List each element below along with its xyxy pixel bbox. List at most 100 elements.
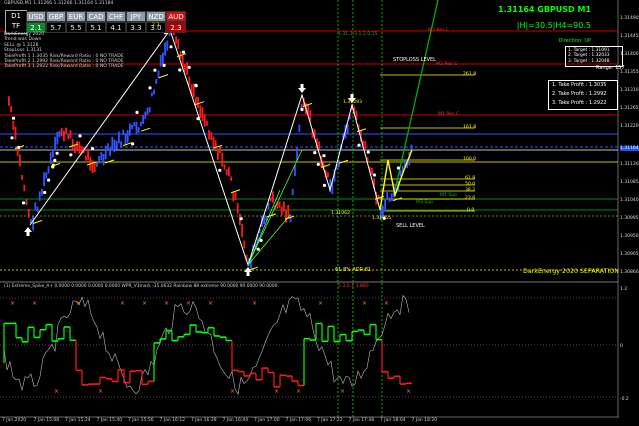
candle-bar (58, 130, 61, 138)
candle-bar (124, 133, 127, 145)
candle-bar (241, 224, 243, 238)
time-tick: 7 Jan 18:04 (380, 418, 406, 423)
candle-bar (113, 139, 116, 153)
signal-dot (11, 116, 16, 120)
spike-marker: × (120, 300, 125, 307)
candle-bar (298, 124, 301, 133)
signal-dot (239, 217, 243, 221)
candle-bar (67, 134, 70, 140)
candle-bar (243, 240, 246, 249)
candle-bar (278, 201, 281, 208)
signal-dot (178, 68, 182, 72)
candle-bar (14, 126, 17, 140)
price-tick: 1.31355 (620, 70, 639, 75)
candle-bar (291, 189, 294, 196)
fib-261-label: 261.8 (463, 72, 477, 77)
candle-bar (137, 127, 140, 133)
signal-dot (69, 153, 73, 157)
indicator-label: (1) Extreme_Spike_A+ 0.0000 0.0000 0.000… (4, 284, 278, 289)
price-tick: 1.31040 (620, 198, 639, 203)
price-tick: 1.31220 (620, 124, 639, 129)
candle-bar (272, 191, 274, 203)
fib-500-label: 50.0 (465, 182, 476, 187)
signal-dot (78, 134, 82, 138)
time-tick: 7 Jan 17:48 (348, 418, 375, 423)
spike-marker: × (32, 300, 37, 307)
spike-marker: × (208, 300, 213, 307)
candle-bar (69, 130, 72, 139)
candle-bar (234, 192, 237, 201)
pivot-bottom2-label: 1.31055 (372, 216, 391, 221)
spike-marker: × (186, 300, 191, 307)
candle-bar (327, 172, 329, 178)
candle-bar (109, 147, 111, 156)
cur-header-eur: EUR (66, 11, 86, 22)
signal-dot (43, 190, 47, 195)
candle-bar (142, 115, 144, 125)
indicator-canvas[interactable]: × × × × × × × × × × × × × × × × × × × (0, 283, 639, 426)
candle-bar (65, 127, 67, 134)
m3-res-label: M3 Res C (428, 28, 450, 33)
candle-bar (390, 193, 393, 201)
fan-line (247, 214, 291, 266)
candle-bar (118, 131, 120, 144)
spike-marker: × (164, 300, 169, 307)
candle-bar (384, 198, 386, 212)
candle-bar (159, 55, 162, 67)
m1-sup-label: M1 Sup (440, 193, 458, 198)
candle-bar (151, 92, 153, 97)
time-tick: 7 Jan 17:22 (317, 418, 343, 423)
candle-bar (217, 148, 219, 160)
time-tick: 7 Jan 17:00 (254, 418, 280, 423)
ma-segment (32, 220, 43, 224)
signal-dot (10, 136, 14, 140)
ma-segment (104, 159, 115, 164)
candle-bar (371, 167, 373, 175)
candle-bar (56, 131, 59, 145)
candle-bar (197, 97, 199, 108)
candle-bar (184, 63, 186, 72)
candle-bar (199, 105, 202, 119)
cur-header-jpy: JPY (126, 11, 146, 22)
candle-bar (232, 192, 235, 202)
time-tick: 7 Jan 18:20 (411, 418, 438, 423)
candle-bar (206, 120, 208, 126)
candle-bar (54, 136, 56, 150)
signal-dot (153, 68, 157, 72)
signal-dot (181, 50, 186, 54)
cur-header-usd: USD (26, 11, 46, 22)
candle-bar (223, 164, 226, 170)
candle-bar (98, 155, 100, 164)
candle-bar (126, 130, 129, 143)
candle-bar (122, 129, 125, 136)
candle-bar (16, 147, 19, 156)
signal-dot (218, 168, 222, 172)
candle-bar (87, 148, 89, 161)
fib-0-label: 0.0 (467, 208, 475, 213)
candle-bar (21, 175, 23, 180)
signature-label: DarkEnergy 2020 SEPARATION (523, 268, 620, 275)
mt4-chart-window: × × × × × × × × × × × × × × × × × × × GBPUSD,M1 1.31266 1.… (0, 0, 639, 426)
timeframe-box[interactable]: D1 TF (5, 10, 27, 34)
signal-dot (322, 154, 326, 158)
candle-bar (25, 199, 28, 206)
spike-marker: × (98, 388, 103, 395)
price-tick: 1.30905 (620, 252, 639, 257)
candle-bar (71, 138, 74, 150)
candle-bar (10, 105, 12, 113)
candle-bar (228, 167, 230, 177)
candle-bar (153, 89, 155, 95)
candle-bar (8, 96, 10, 106)
price-tick: 1.30950 (620, 234, 639, 239)
cur-value-jpy: 3.3 (126, 22, 146, 33)
candle-bar (230, 176, 232, 181)
signal-dot (366, 150, 370, 154)
time-tick: 7 Jan 15:08 (33, 418, 60, 423)
candle-bar (148, 107, 151, 113)
candle-bar (111, 136, 114, 151)
currency-strength-table: USD GBP EUR CAD CHF JPY NZD AUD 2.1 5.7 … (26, 11, 186, 33)
price-tick: 1.30995 (620, 216, 639, 221)
candle-bar (12, 120, 15, 130)
candle-bar (166, 40, 169, 51)
candle-bar (236, 203, 239, 214)
